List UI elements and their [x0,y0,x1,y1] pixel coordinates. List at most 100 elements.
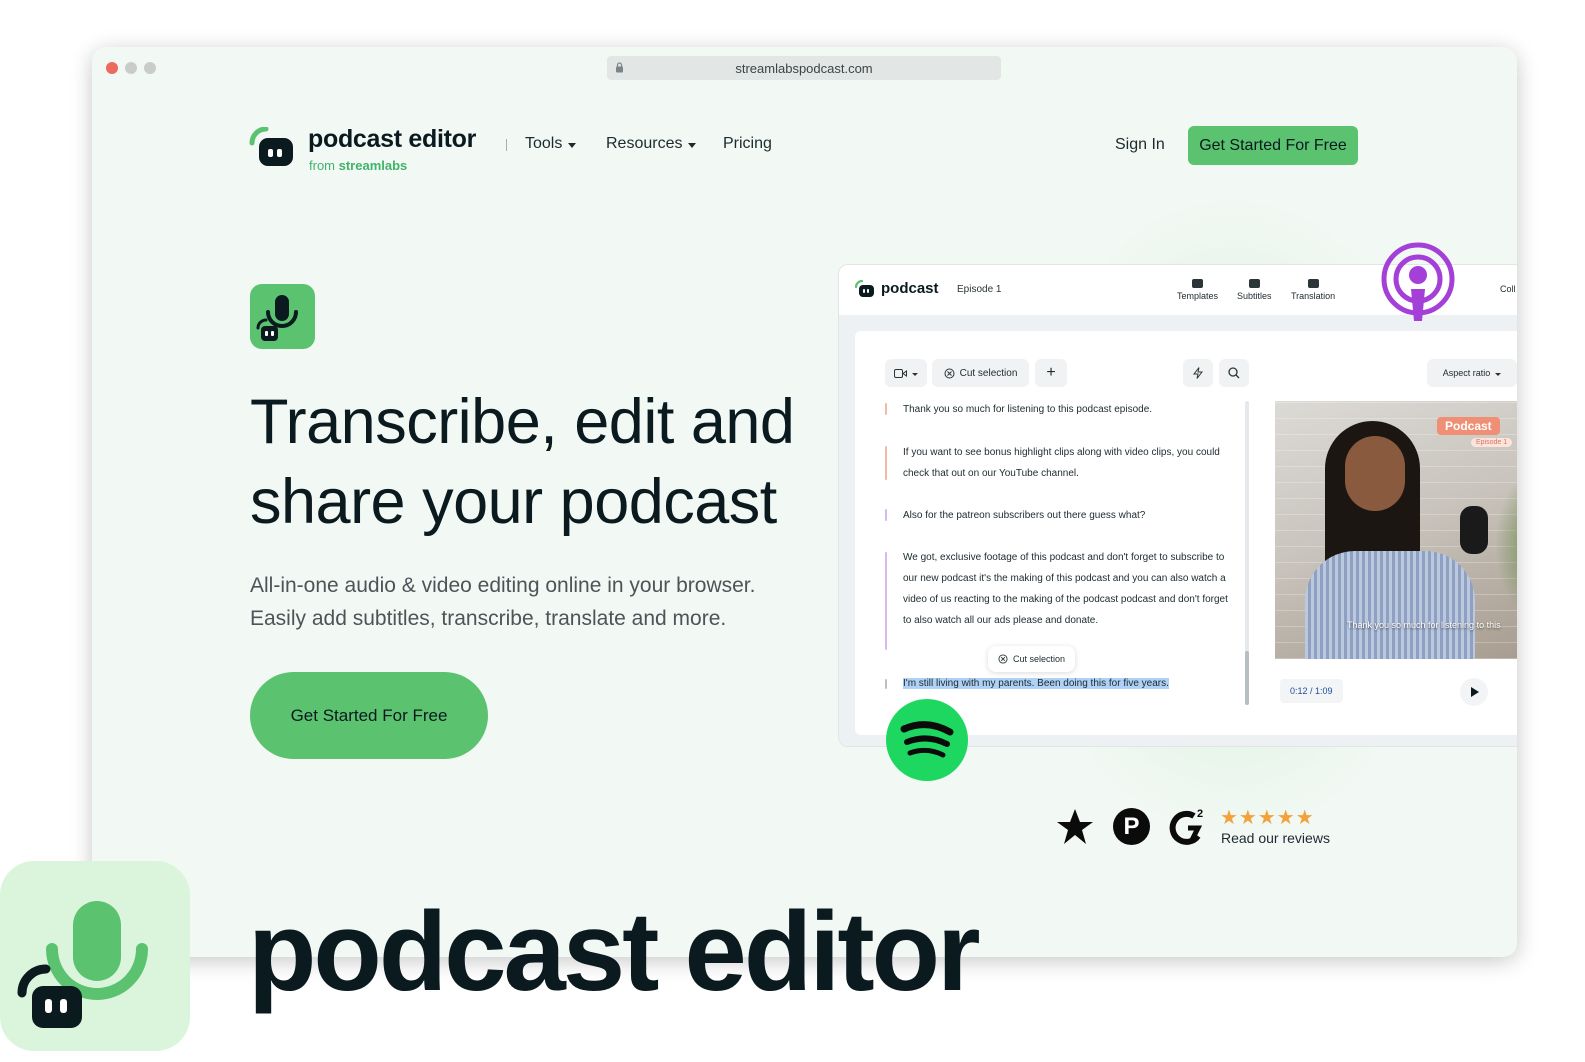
podcast-editor-app-icon [0,861,190,1051]
tool-translation-label: Translation [1291,291,1336,301]
editor-preview: podcast Episode 1 Templates Subtitles Tr… [838,264,1517,747]
chevron-down-icon [912,372,918,376]
review-stars: ★★★★★ [1220,807,1315,829]
get-started-button-hero[interactable]: Get Started For Free [250,672,488,759]
nav-tools-label: Tools [525,135,563,152]
svg-text:2: 2 [1197,808,1203,820]
site-logo[interactable]: podcast editor from streamlabs [249,125,509,177]
video-camera-icon [894,368,907,378]
episode-name[interactable]: Episode 1 [957,284,1001,295]
maximize-window-button[interactable] [144,62,156,74]
transcript-scrollbar-thumb[interactable] [1245,651,1249,705]
host-body [1305,551,1475,659]
plant-decoration [1495,471,1517,621]
cut-selection-label: Cut selection [959,367,1018,379]
apple-podcasts-icon [1381,242,1455,321]
caret-down-icon [568,142,577,148]
hero-title-line1: Transcribe, edit and [250,387,795,457]
nav-pricing-label: Pricing [723,135,772,152]
hero-title: Transcribe, edit and share your podcast [250,382,795,542]
tool-templates-label: Templates [1177,291,1219,301]
speaker-bar [885,679,887,689]
search-icon [1228,367,1240,379]
transcript-line[interactable]: We got, exclusive footage of this podcas… [903,547,1233,631]
search-button[interactable] [1219,359,1249,387]
playback-time: 0:12 / 1:09 [1280,679,1343,703]
stage: streamlabspodcast.com podcast editor fro… [0,0,1585,1062]
tool-templates[interactable]: Templates [1177,279,1218,301]
logo-title: podcast editor [308,125,477,153]
transcript-line[interactable]: Thank you so much for listening to this … [903,399,1233,420]
hero-subtitle-line1: All-in-one audio & video editing online … [250,574,756,597]
video-preview[interactable]: Podcast Episode 1 Thank you so much for … [1275,401,1517,659]
streamlabs-robot-icon [855,280,874,297]
magic-button[interactable] [1183,359,1213,387]
close-window-button[interactable] [106,62,118,74]
nav-divider [506,139,507,151]
cut-popup-label: Cut selection [1013,654,1066,664]
editor-body: Cut selection + Aspect ratio Thank you s… [839,315,1517,746]
g2-logo-icon: 2 [1169,808,1203,845]
play-icon [1471,687,1479,697]
aspect-ratio-dropdown[interactable]: Aspect ratio [1427,359,1517,387]
video-episode-tag: Episode 1 [1471,438,1513,447]
nav-pricing[interactable]: Pricing [723,135,772,153]
cut-icon [944,368,955,378]
hero-subtitle-line2: Easily add subtitles, transcribe, transl… [250,607,727,630]
address-bar[interactable]: streamlabspodcast.com [607,56,1001,80]
hero-subtitle: All-in-one audio & video editing online … [250,569,755,635]
speaker-bar [885,552,887,650]
logo-sub-brand: streamlabs [338,158,408,173]
selected-text[interactable]: I'm still living with my parents. Been d… [903,678,1169,689]
hero-title-line2: share your podcast [250,467,777,537]
logo-subtitle: from streamlabs [309,158,407,173]
editor-app-name: podcast [881,280,939,297]
host-face [1345,436,1405,511]
camera-dropdown[interactable] [885,359,927,387]
studio-microphone [1460,506,1488,554]
streamlabs-robot-icon [249,127,293,166]
tool-translation[interactable]: Translation [1291,279,1335,301]
spotify-icon [886,699,968,781]
sign-in-link[interactable]: Sign In [1115,136,1165,154]
product-hunt-icon: P [1113,808,1150,845]
video-podcast-tag: Podcast [1437,417,1500,435]
speaker-bar [885,446,887,480]
nav-tools[interactable]: Tools [525,135,577,153]
chevron-down-icon [1495,372,1502,376]
podcast-editor-wordmark: podcast editor [248,889,981,1014]
read-reviews-link[interactable]: Read our reviews [1221,830,1330,846]
transcript-line-selected[interactable]: I'm still living with my parents. Been d… [903,673,1233,694]
speaker-bar [885,403,887,415]
transcript-line[interactable]: Also for the patreon subscribers out the… [903,505,1233,526]
nav-resources[interactable]: Resources [606,135,697,153]
translation-icon [1307,279,1319,288]
add-button[interactable]: + [1035,359,1067,387]
transcript-line[interactable]: If you want to see bonus highlight clips… [903,442,1233,484]
cut-selection-popup[interactable]: Cut selection [988,646,1076,672]
aspect-ratio-label: Aspect ratio [1442,368,1491,378]
get-started-button-nav[interactable]: Get Started For Free [1188,126,1358,165]
lightning-icon [1193,367,1203,379]
cut-selection-button[interactable]: Cut selection [932,359,1029,387]
tool-collaborate-cut[interactable]: Coll [1500,284,1516,294]
editor-panel: Cut selection + Aspect ratio Thank you s… [855,331,1517,735]
nav-resources-label: Resources [606,135,683,152]
microphone-app-icon [250,284,315,349]
logo-sub-prefix: from [309,158,335,173]
video-caption: Thank you so much for listening to this [1347,620,1501,630]
minimize-window-button[interactable] [125,62,137,74]
tool-subtitles[interactable]: Subtitles [1237,279,1272,301]
templates-icon [1192,279,1204,288]
cut-icon [998,654,1008,664]
window-controls [106,62,156,74]
tool-subtitles-label: Subtitles [1237,291,1272,301]
play-button[interactable] [1460,678,1488,706]
subtitles-icon [1248,279,1260,288]
url-text: streamlabspodcast.com [735,60,873,76]
plus-icon: + [1046,364,1056,381]
speaker-bar [885,509,887,521]
caret-down-icon [688,142,697,148]
lock-icon [616,62,623,73]
star-review-logo-icon [1057,809,1093,844]
